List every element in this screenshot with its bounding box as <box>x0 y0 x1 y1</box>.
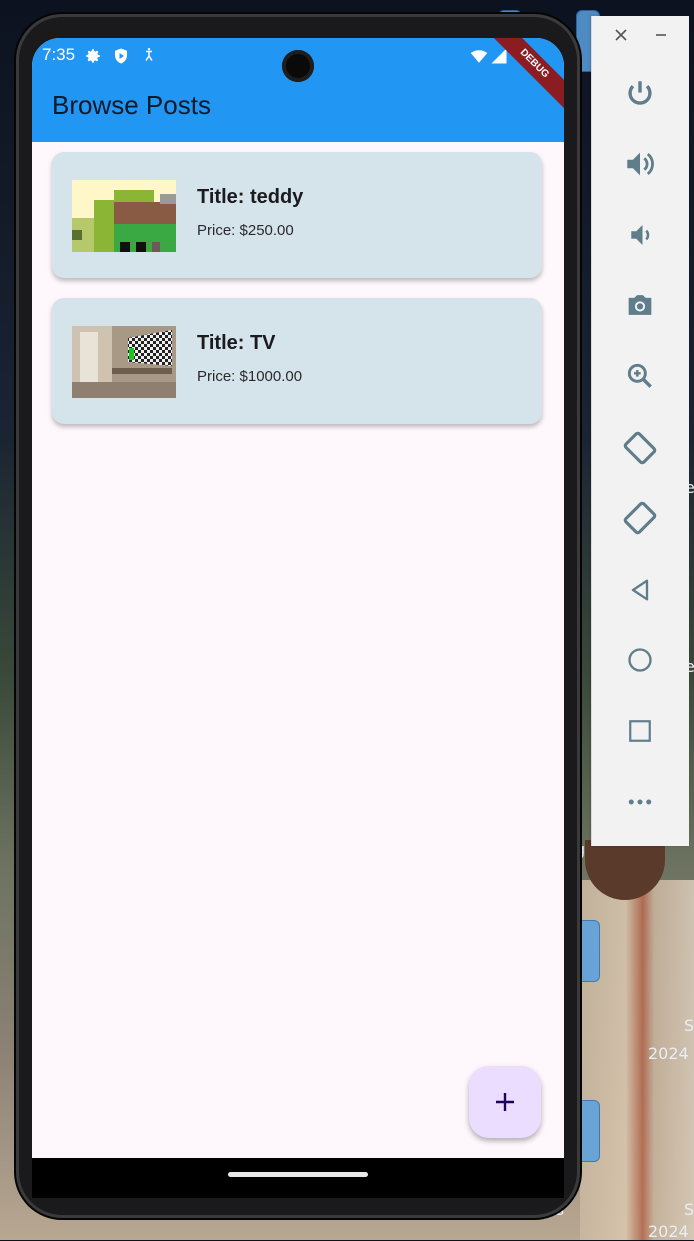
app-bar: 7:35 Browse Posts DEBUG <box>32 38 564 142</box>
back-icon[interactable] <box>618 568 662 612</box>
posts-list: Title: teddy Price: $250.00 Title: TV Pr… <box>52 152 542 444</box>
shield-play-icon <box>115 48 127 64</box>
zoom-icon[interactable] <box>618 354 662 398</box>
minimize-icon[interactable] <box>650 26 672 48</box>
volume-down-icon[interactable] <box>618 213 662 257</box>
front-camera <box>282 50 314 82</box>
close-icon[interactable] <box>610 26 632 48</box>
camera-icon[interactable] <box>618 283 662 327</box>
plus-icon <box>496 1093 514 1111</box>
power-icon[interactable] <box>618 72 662 116</box>
post-card-teddy[interactable]: Title: teddy Price: $250.00 <box>52 152 542 278</box>
settings-gear-icon <box>86 49 100 63</box>
post-thumbnail-teddy <box>72 180 176 252</box>
wifi-icon <box>470 50 488 63</box>
post-title: Title: teddy <box>197 186 304 208</box>
desktop-file-label: 2024 <box>648 1044 689 1063</box>
volume-up-icon[interactable] <box>618 142 662 186</box>
desktop-file-label: S <box>684 1016 694 1035</box>
home-gesture-handle[interactable] <box>228 1172 368 1177</box>
post-title: Title: TV <box>197 332 276 354</box>
overview-icon[interactable] <box>618 709 662 753</box>
page-title: Browse Posts <box>52 90 211 120</box>
post-price: Price: $250.00 <box>197 222 294 239</box>
more-icon[interactable] <box>618 780 662 824</box>
system-nav-bar <box>32 1158 564 1198</box>
phone-screen: 7:35 Browse Posts DEBUG Title: teddy Pri… <box>32 38 564 1198</box>
post-thumbnail-tv <box>72 326 176 398</box>
desktop-file-label: S <box>684 1200 694 1219</box>
emulator-control-panel <box>591 16 689 846</box>
desktop-file-label: 2024 <box>648 1222 689 1241</box>
post-price: Price: $1000.00 <box>197 368 303 385</box>
status-time: 7:35 <box>42 45 76 64</box>
post-card-tv[interactable]: Title: TV Price: $1000.00 <box>52 298 542 424</box>
accessibility-icon <box>145 48 153 61</box>
add-post-button[interactable] <box>469 1066 541 1138</box>
emulator-phone-frame: 7:35 Browse Posts DEBUG Title: teddy Pri… <box>16 14 580 1218</box>
rotate-right-icon[interactable] <box>618 496 662 540</box>
rotate-left-icon[interactable] <box>618 426 662 470</box>
panel-titlebar <box>592 16 689 60</box>
home-icon[interactable] <box>618 638 662 682</box>
